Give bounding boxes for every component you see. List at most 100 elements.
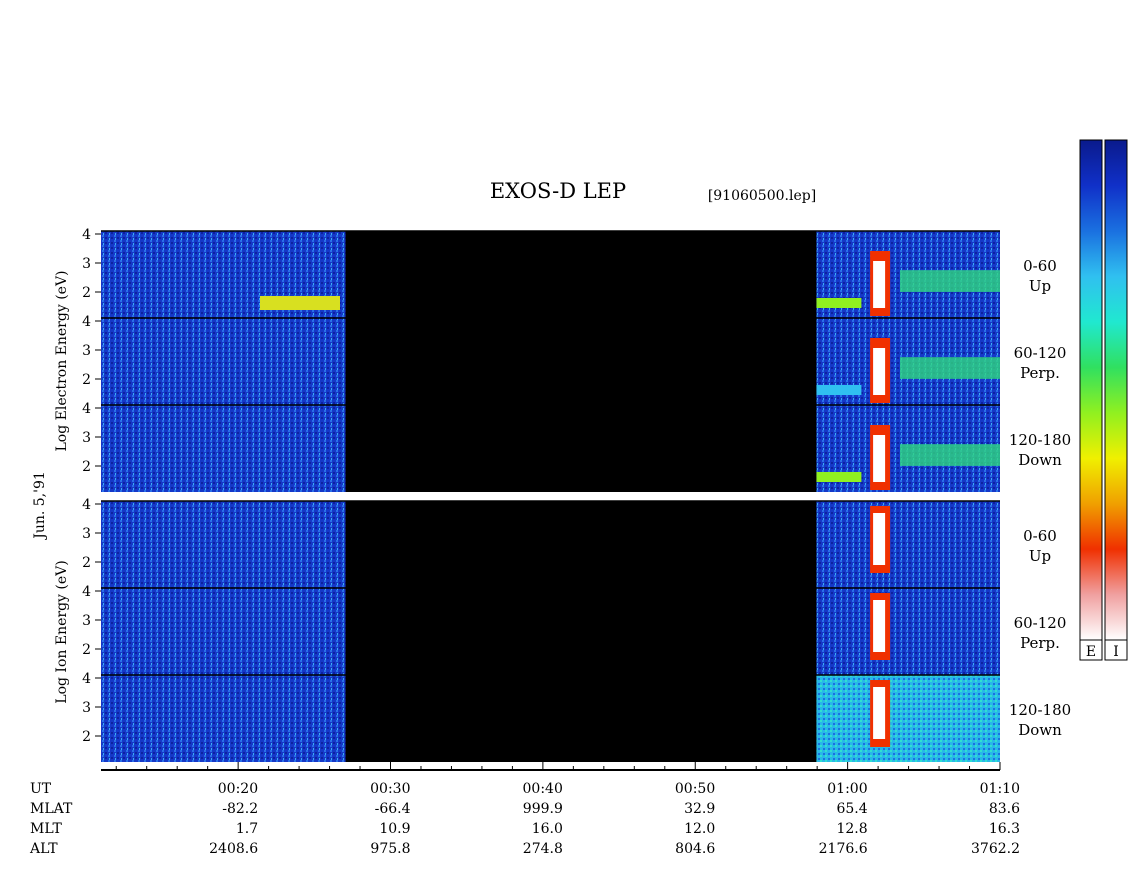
y-tick-label: 2 <box>82 459 91 475</box>
ephemeris-alt-value: 804.6 <box>675 841 715 857</box>
ephemeris-mlat-value: -66.4 <box>375 801 411 817</box>
low-energy-band <box>816 472 862 482</box>
pitch-angle-range: 120-180 <box>1009 701 1071 719</box>
ephemeris-alt-value: 2408.6 <box>209 841 258 857</box>
time-axis <box>101 762 1001 771</box>
pitch-angle-range: 60-120 <box>1014 614 1067 632</box>
y-tick-label: 4 <box>82 227 91 243</box>
ut-tick-label: 01:10 <box>980 781 1020 797</box>
colorbar-electron: E <box>1079 139 1103 661</box>
energy-band <box>900 357 1000 379</box>
pitch-direction: Perp. <box>1020 634 1060 652</box>
electron-panel-perp <box>101 317 1000 405</box>
y-tick-label: 2 <box>82 285 91 301</box>
y-tick-label: 3 <box>82 256 91 272</box>
low-energy-band-left <box>260 296 340 310</box>
ephemeris-mlt-value: 12.8 <box>836 821 867 837</box>
ephemeris-mlat-value: -82.2 <box>222 801 258 817</box>
y-tick-label: 3 <box>82 526 91 542</box>
ephemeris-mlat-value: 65.4 <box>836 801 867 817</box>
burst-core <box>873 513 886 565</box>
low-energy-band <box>816 298 862 308</box>
y-tick-label: 3 <box>82 430 91 446</box>
burst-core <box>873 348 886 395</box>
ion-panel-up <box>101 500 1000 588</box>
y-tick-label: 4 <box>82 401 91 417</box>
colorbars: EI <box>1079 139 1128 661</box>
ut-tick-label: 00:30 <box>370 781 410 797</box>
low-energy-band <box>816 385 862 395</box>
data-gap <box>345 405 817 492</box>
colorbar-gradient <box>1079 139 1103 641</box>
ephemeris-mlt-value: 10.9 <box>379 821 410 837</box>
ephemeris-mlt-value: 16.3 <box>989 821 1020 837</box>
ephemeris-mlat-value: 32.9 <box>684 801 715 817</box>
y-tick-label: 2 <box>82 372 91 388</box>
burst-core <box>873 687 886 739</box>
electron-ylabel: Log Electron Energy (eV) <box>54 270 70 451</box>
pitch-direction: Up <box>1029 547 1051 565</box>
ephemeris-row-label: MLAT <box>30 801 73 817</box>
electron-panel-down <box>101 404 1000 492</box>
spectrogram-segment <box>816 675 1000 762</box>
data-gap <box>345 501 817 588</box>
ut-tick-label: 00:50 <box>675 781 715 797</box>
pitch-angle-range: 60-120 <box>1014 344 1067 362</box>
ephemeris-alt-value: 975.8 <box>370 841 410 857</box>
burst-core <box>873 435 886 482</box>
exos-d-lep-spectrogram: EXOS-D LEP [91060500.lep] 0-60 Up 60-120 Pe… <box>29 139 1128 857</box>
y-tick-label: 2 <box>82 729 91 745</box>
ephemeris-mlt-value: 16.0 <box>532 821 563 837</box>
pitch-direction: Down <box>1018 451 1062 469</box>
ephemeris-alt-value: 2176.6 <box>819 841 868 857</box>
pitch-angle-range: 0-60 <box>1023 527 1057 545</box>
ephemeris-mlt-value: 1.7 <box>236 821 258 837</box>
chart-title: EXOS-D LEP <box>490 179 626 203</box>
y-tick-label: 2 <box>82 642 91 658</box>
y-tick-label: 4 <box>82 671 91 687</box>
ephemeris-mlt-value: 12.0 <box>684 821 715 837</box>
pitch-angle-range: 120-180 <box>1009 431 1071 449</box>
data-gap <box>345 231 817 318</box>
ut-tick-label: 00:20 <box>218 781 258 797</box>
file-label: [91060500.lep] <box>708 188 816 204</box>
date-label: Jun. 5,'91 <box>32 471 48 541</box>
colorbar-label: I <box>1113 644 1119 660</box>
pitch-direction: Perp. <box>1020 364 1060 382</box>
spectrogram-panels <box>101 230 1000 762</box>
burst-core <box>873 600 886 652</box>
y-tick-label: 3 <box>82 700 91 716</box>
data-gap <box>345 318 817 405</box>
ephemeris-alt-value: 274.8 <box>523 841 563 857</box>
y-tick-label: 4 <box>82 497 91 513</box>
ephemeris-mlat-value: 83.6 <box>989 801 1020 817</box>
ut-tick-label: 00:40 <box>523 781 563 797</box>
pitch-angle-range: 0-60 <box>1023 257 1057 275</box>
burst-core <box>873 261 886 308</box>
energy-band <box>900 444 1000 466</box>
y-tick-label: 2 <box>82 555 91 571</box>
ephemeris-table: UT MLAT MLT ALT 00:20 -82.2 1.7 2408.6 00:30 -66.… <box>29 781 1020 857</box>
y-tick-label: 4 <box>82 584 91 600</box>
ephemeris-mlat-value: 999.9 <box>523 801 563 817</box>
y-tick-label: 3 <box>82 613 91 629</box>
y-tick-label: 4 <box>82 314 91 330</box>
ion-panel-perp <box>101 587 1000 675</box>
ut-tick-label: 01:00 <box>827 781 867 797</box>
spectrogram-segment <box>816 588 1000 675</box>
y-tick-label: 3 <box>82 343 91 359</box>
data-gap <box>345 675 817 762</box>
energy-axis-ticks: 4 3 2 4 3 2 4 3 2 4 3 2 4 3 2 4 3 2 <box>82 227 101 745</box>
colorbar-gradient <box>1104 139 1128 641</box>
pitch-direction: Up <box>1029 277 1051 295</box>
ephemeris-row-label: ALT <box>29 841 58 857</box>
energy-band <box>900 270 1000 292</box>
colorbar-ion: I <box>1104 139 1128 661</box>
ephemeris-alt-value: 3762.2 <box>971 841 1020 857</box>
ion-ylabel: Log Ion Energy (eV) <box>54 560 70 703</box>
ephemeris-row-label: MLT <box>30 821 62 837</box>
electron-panel-up <box>101 230 1000 318</box>
ion-panel-down <box>101 674 1000 762</box>
pitch-direction: Down <box>1018 721 1062 739</box>
pitch-angle-labels: 0-60 Up 60-120 Perp. 120-180 Down 0-60 Up 60-120… <box>1009 257 1071 739</box>
